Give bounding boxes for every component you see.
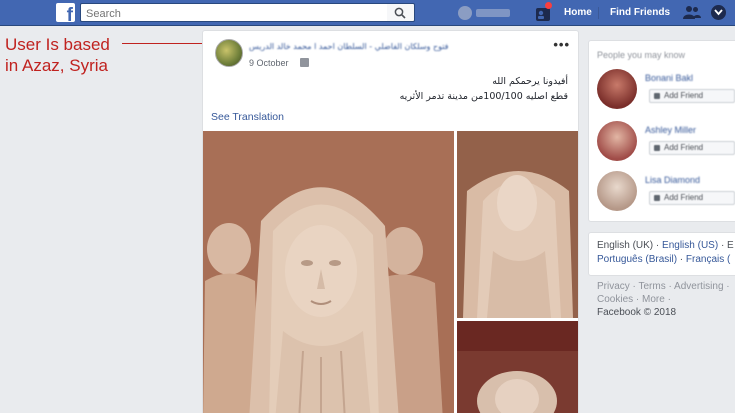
post-author-name[interactable]: ﻓﺘﻮﺡ ﻭﺳﻠﻜﺎﻥ ﺍﻟﻔﺎﺿﻠﻲ - ﺍﻟﺴﻠﻄﺎﻥ ﺍﺣﻤﺪ ﺍ ﻣﺤﻤ… [249, 42, 448, 51]
language-link-french[interactable]: Français ( [686, 254, 730, 265]
search-input[interactable] [81, 5, 387, 23]
friends-icon[interactable] [683, 5, 701, 20]
globe-icon [300, 58, 309, 67]
nav-find-friends-link[interactable]: Find Friends [610, 7, 670, 18]
see-translation-link[interactable]: See Translation [211, 111, 284, 123]
post-photo-side-2[interactable] [457, 321, 578, 413]
post-photo-main[interactable] [203, 131, 454, 413]
separator: · [653, 240, 663, 251]
nav-divider [598, 7, 599, 19]
people-you-may-know-panel: People you may know Bonani Bakl Add Frie… [588, 40, 735, 222]
annotation-line-1: User Is based [5, 35, 110, 54]
annotation-pointer-line [122, 43, 214, 44]
relief-detail-image [457, 321, 578, 413]
search-icon [394, 7, 406, 19]
language-selector: English (UK) · English (US) · E Portuguê… [588, 232, 735, 276]
notification-badge [545, 2, 552, 9]
post-card: ﻓﺘﻮﺡ ﻭﺳﻠﻜﺎﻥ ﺍﻟﻔﺎﺿﻠﻲ - ﺍﻟﺴﻠﻄﺎﻥ ﺍﺣﻤﺪ ﺍ ﻣﺤﻤ… [202, 30, 579, 413]
funerary-relief-image [203, 131, 454, 413]
search-box[interactable] [80, 3, 388, 23]
post-text-line-2: قطع اصليه 100/100من مدينة تدمر الأثريه [399, 91, 568, 102]
language-row-1: English (UK) · English (US) · E [597, 240, 734, 251]
profile-link[interactable] [458, 6, 513, 20]
location-annotation: User Is based in Azaz, Syria [5, 34, 155, 76]
post-text-line-1: أفيدونا يرحمكم الله [492, 76, 568, 87]
language-row-2: Português (Brasil) · Français ( [597, 254, 730, 265]
person-name[interactable]: Bonani Bakl [645, 73, 693, 83]
annotation-line-2: in Azaz, Syria [5, 56, 108, 75]
post-photo-side-1[interactable] [457, 131, 578, 318]
avatar[interactable] [597, 69, 637, 109]
footer-links-2[interactable]: Cookies · More · [597, 293, 735, 306]
more-icon[interactable]: ••• [553, 37, 570, 52]
suggested-person: Bonani Bakl Add Friend [597, 69, 735, 115]
relief-bust-image [457, 131, 578, 318]
person-name[interactable]: Ashley Miller [645, 125, 696, 135]
add-friend-button[interactable]: Add Friend [649, 89, 735, 103]
person-name[interactable]: Lisa Diamond [645, 175, 700, 185]
profile-name-blurred [476, 9, 510, 17]
avatar[interactable] [597, 171, 637, 211]
copyright: Facebook © 2018 [597, 307, 677, 318]
add-friend-button[interactable]: Add Friend [649, 191, 735, 205]
avatar [458, 6, 472, 20]
nav-home-link[interactable]: Home [564, 7, 592, 18]
post-date[interactable]: 9 October [249, 58, 289, 68]
facebook-logo-icon[interactable]: f [56, 3, 75, 25]
footer-links-1[interactable]: Privacy · Terms · Advertising · [597, 280, 735, 293]
language-overflow[interactable]: · E [718, 240, 734, 251]
separator: · [677, 254, 686, 265]
avatar[interactable] [597, 121, 637, 161]
suggested-person: Ashley Miller Add Friend [597, 121, 735, 167]
language-link-portuguese[interactable]: Português (Brasil) [597, 254, 677, 265]
page-footer: Privacy · Terms · Advertising · Cookies … [597, 280, 735, 319]
add-friend-button[interactable]: Add Friend [649, 141, 735, 155]
panel-title: People you may know [597, 50, 686, 60]
top-navigation-bar: f Home Find Friends [0, 0, 735, 26]
suggested-person: Lisa Diamond Add Friend [597, 171, 735, 217]
post-author-avatar[interactable] [215, 39, 243, 67]
search-button[interactable] [387, 3, 415, 22]
language-link-english-us[interactable]: English (US) [662, 240, 718, 251]
current-language: English (UK) [597, 240, 654, 251]
help-icon[interactable] [711, 5, 726, 20]
